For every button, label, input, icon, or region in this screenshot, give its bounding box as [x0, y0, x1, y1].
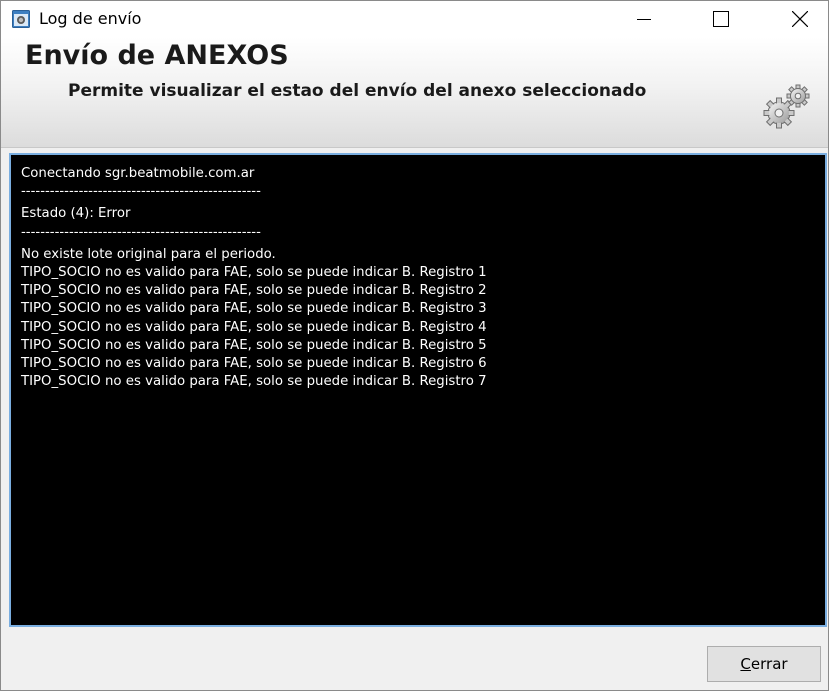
close-button-label: errar [750, 655, 788, 673]
log-line: TIPO_SOCIO no es valido para FAE, solo s… [21, 355, 487, 371]
log-separator: ----------------------------------------… [21, 184, 261, 200]
log-window: Log de envío Envío de ANEXOS Permite vis… [0, 0, 829, 691]
gears-icon [763, 84, 810, 129]
title-bar[interactable]: Log de envío [1, 1, 828, 37]
app-window-icon [12, 10, 30, 28]
log-line: Estado (4): Error [21, 206, 131, 222]
close-icon [792, 11, 808, 27]
close-button-mnemonic: C [740, 655, 751, 673]
log-line: TIPO_SOCIO no es valido para FAE, solo s… [21, 337, 487, 353]
maximize-button[interactable] [698, 1, 744, 37]
log-line: TIPO_SOCIO no es valido para FAE, solo s… [21, 283, 487, 299]
close-dialog-button[interactable]: Cerrar [707, 646, 821, 682]
log-separator: ----------------------------------------… [21, 224, 261, 240]
window-title: Log de envío [39, 9, 142, 28]
log-output[interactable]: Conectando sgr.beatmobile.com.ar -------… [9, 153, 827, 627]
maximize-icon [713, 11, 729, 27]
minimize-icon [637, 19, 651, 20]
close-button[interactable] [777, 1, 823, 37]
log-line: TIPO_SOCIO no es valido para FAE, solo s… [21, 374, 487, 390]
header-title: Envío de ANEXOS [25, 40, 289, 71]
log-line: TIPO_SOCIO no es valido para FAE, solo s… [21, 264, 487, 280]
log-line: TIPO_SOCIO no es valido para FAE, solo s… [21, 319, 487, 335]
log-line: No existe lote original para el periodo. [21, 246, 276, 262]
minimize-button[interactable] [621, 1, 667, 37]
log-line: TIPO_SOCIO no es valido para FAE, solo s… [21, 301, 487, 317]
log-line: Conectando sgr.beatmobile.com.ar [21, 166, 255, 181]
header-subtitle: Permite visualizar el estao del envío de… [68, 81, 647, 101]
